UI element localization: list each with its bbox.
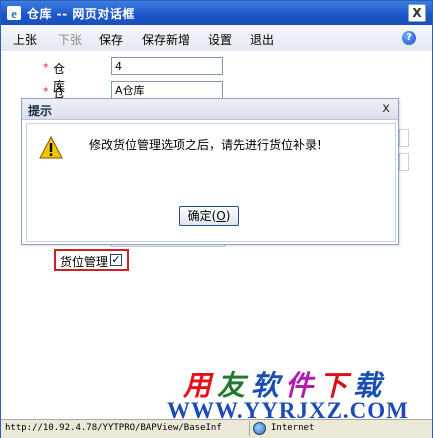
warning-icon — [39, 136, 63, 159]
settings-button[interactable]: 设置 — [208, 31, 232, 48]
status-bar: http://10.92.4.78/YYTPRO/BAPView/BaseInf… — [1, 419, 432, 438]
hidden-field — [399, 153, 409, 171]
toolbar: 上张 下张 保存 保存新增 设置 退出 ? — [1, 25, 432, 52]
ok-label: 确定 — [187, 209, 212, 223]
code-input[interactable] — [111, 57, 223, 75]
save-new-button[interactable]: 保存新增 — [142, 31, 190, 48]
ie-icon: e — [7, 6, 21, 21]
name-input[interactable] — [111, 81, 223, 99]
prev-record-button[interactable]: 上张 — [13, 31, 37, 48]
alert-header: 提示 x — [22, 99, 398, 120]
alert-close-icon[interactable]: x — [382, 101, 390, 116]
next-record-button: 下张 — [58, 33, 83, 47]
svg-text:e: e — [11, 6, 17, 21]
bin-management-checkbox[interactable]: ✓ — [110, 254, 122, 266]
alert-title: 提示 — [28, 104, 53, 118]
status-divider — [249, 421, 250, 436]
save-button[interactable]: 保存 — [99, 31, 123, 48]
required-mark: * — [43, 61, 49, 74]
alert-dialog: 提示 x 修改货位管理选项之后，请先进行货位补录! 确定(O) — [21, 98, 399, 245]
required-mark: * — [43, 85, 49, 98]
hidden-field — [399, 129, 409, 147]
status-url: http://10.92.4.78/YYTPRO/BAPView/BaseInf — [5, 423, 222, 433]
ok-mnemonic: O — [216, 209, 226, 223]
close-window-button[interactable]: X — [408, 4, 426, 22]
globe-icon — [253, 422, 266, 435]
exit-button[interactable]: 退出 — [250, 31, 274, 48]
ok-button[interactable]: 确定(O) — [179, 206, 239, 226]
title-bar: e 仓库 -- 网页对话框 X — [1, 1, 432, 25]
bin-management-field: 货位管理 ✓ — [54, 249, 129, 271]
watermark-logo: 用友软件下载 WWW.YYRJXZ.COM — [161, 364, 431, 424]
dialog-window: e 仓库 -- 网页对话框 X 上张 下张 保存 保存新增 设置 退出 ? * … — [0, 0, 433, 438]
alert-message: 修改货位管理选项之后，请先进行货位补录! — [89, 138, 322, 152]
help-icon[interactable]: ? — [402, 31, 416, 45]
window-title: 仓库 -- 网页对话框 — [27, 7, 135, 21]
status-zone: Internet — [271, 423, 315, 433]
bin-management-label: 货位管理 — [60, 255, 109, 269]
alert-body: 修改货位管理选项之后，请先进行货位补录! 确定(O) — [26, 123, 396, 242]
